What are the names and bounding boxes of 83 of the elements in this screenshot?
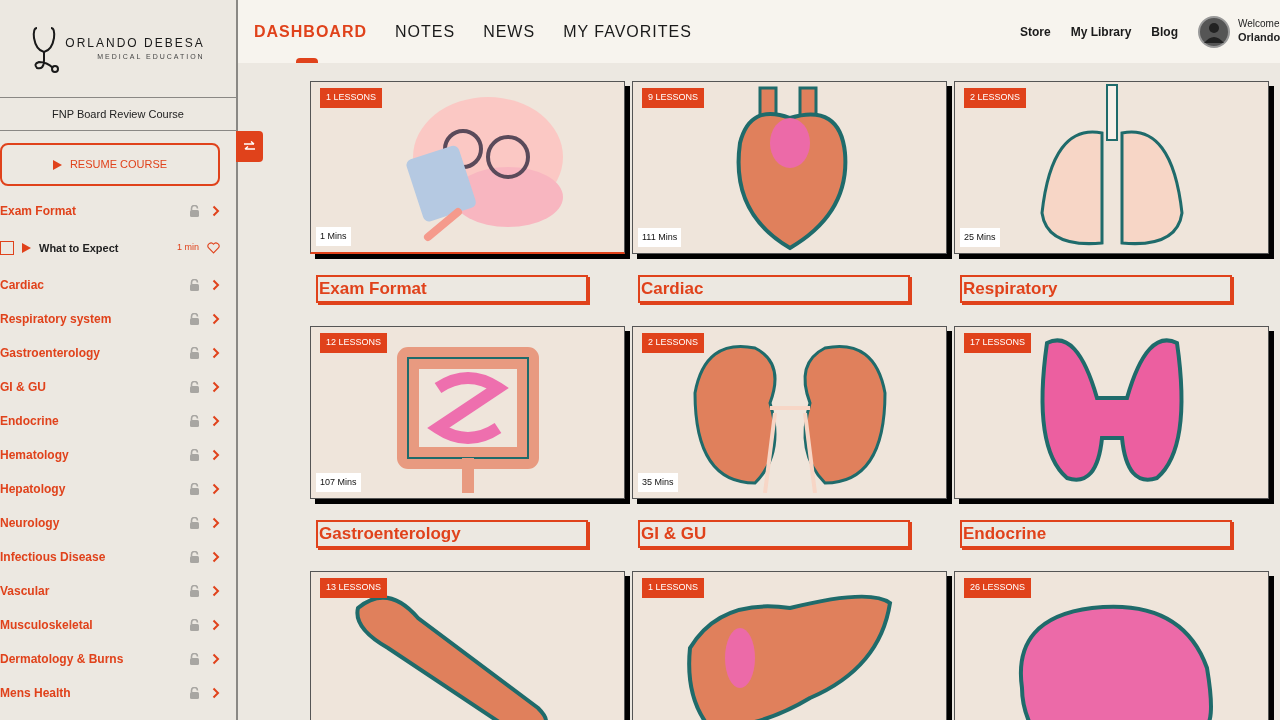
- lock-icon: [189, 551, 200, 563]
- course-card-title[interactable]: Gastroenterology: [316, 520, 588, 548]
- sidebar-item[interactable]: Cardiac: [0, 268, 220, 302]
- welcome-text: Welcome: [1238, 18, 1280, 31]
- brand-name: ORLANDO DEBESA: [65, 35, 205, 53]
- lock-icon: [189, 347, 200, 359]
- sidebar-item[interactable]: Dermatology & Burns: [0, 642, 220, 676]
- lock-icon: [189, 619, 200, 631]
- nav-tab[interactable]: MY FAVORITES: [563, 0, 692, 63]
- chevron-right-icon[interactable]: [212, 653, 220, 665]
- checkbox[interactable]: [0, 241, 14, 255]
- course-card-title[interactable]: Endocrine: [960, 520, 1232, 548]
- lessons-badge: 9 LESSONS: [642, 88, 705, 108]
- lock-icon: [189, 449, 200, 461]
- course-title: FNP Board Review Course: [52, 106, 184, 122]
- chevron-right-icon[interactable]: [212, 551, 220, 563]
- lock-icon: [189, 279, 200, 291]
- course-card-title[interactable]: Cardiac: [638, 275, 910, 303]
- heart-icon[interactable]: [207, 242, 220, 254]
- play-icon: [22, 243, 31, 253]
- lesson-duration: 1 min: [177, 241, 199, 255]
- lessons-badge: 1 LESSONS: [642, 578, 705, 598]
- top-link[interactable]: Blog: [1151, 22, 1178, 41]
- course-card-title[interactable]: Respiratory: [960, 275, 1232, 303]
- lessons-badge: 17 LESSONS: [964, 333, 1032, 353]
- lock-icon: [189, 585, 200, 597]
- lessons-badge: 26 LESSONS: [964, 578, 1032, 598]
- chevron-right-icon[interactable]: [212, 415, 220, 427]
- nav-tab[interactable]: NOTES: [395, 0, 456, 63]
- sidebar-item[interactable]: Respiratory system: [0, 302, 220, 336]
- lesson-title[interactable]: What to Expect: [39, 239, 169, 257]
- chevron-right-icon[interactable]: [212, 687, 220, 699]
- chevron-right-icon[interactable]: [212, 205, 220, 217]
- sidebar-item[interactable]: Infectious Disease: [0, 540, 220, 574]
- lock-icon: [189, 381, 200, 393]
- chevron-right-icon[interactable]: [212, 619, 220, 631]
- chevron-right-icon[interactable]: [212, 313, 220, 325]
- play-icon: [52, 159, 62, 170]
- sidebar-item[interactable]: Exam Format: [0, 194, 220, 228]
- lessons-badge: 1 LESSONS: [320, 88, 383, 108]
- lessons-badge: 2 LESSONS: [642, 333, 705, 353]
- duration-badge: 25 Mins: [960, 227, 1000, 247]
- lessons-badge: 12 LESSONS: [320, 333, 388, 353]
- lock-icon: [189, 205, 200, 217]
- chevron-right-icon[interactable]: [212, 517, 220, 529]
- chevron-right-icon[interactable]: [212, 347, 220, 359]
- chevron-right-icon[interactable]: [212, 483, 220, 495]
- chevron-right-icon[interactable]: [212, 279, 220, 291]
- nav-tab[interactable]: NEWS: [483, 0, 536, 63]
- sidebar-item[interactable]: Gastroenterology: [0, 336, 220, 370]
- chevron-right-icon[interactable]: [212, 585, 220, 597]
- duration-badge: 107 Mins: [316, 472, 361, 492]
- lock-icon: [189, 313, 200, 325]
- lock-icon: [189, 415, 200, 427]
- course-card-title[interactable]: Exam Format: [316, 275, 588, 303]
- chevron-right-icon[interactable]: [212, 449, 220, 461]
- sidebar-item[interactable]: Hematology: [0, 438, 220, 472]
- sidebar-item[interactable]: GI & GU: [0, 370, 220, 404]
- chevron-right-icon[interactable]: [212, 381, 220, 393]
- top-link[interactable]: Store: [1019, 22, 1051, 41]
- lock-icon: [189, 687, 200, 699]
- top-link[interactable]: My Library: [1070, 22, 1132, 41]
- lock-icon: [189, 653, 200, 665]
- lock-icon: [189, 483, 200, 495]
- lock-icon: [189, 517, 200, 529]
- sidebar-item[interactable]: Vascular: [0, 574, 220, 608]
- lessons-badge: 13 LESSONS: [320, 578, 388, 598]
- nav-tab[interactable]: DASHBOARD: [254, 0, 367, 63]
- lessons-badge: 2 LESSONS: [964, 88, 1027, 108]
- sidebar-item[interactable]: Musculoskeletal: [0, 608, 220, 642]
- sidebar-item[interactable]: Mens Health: [0, 676, 220, 710]
- resume-course-button[interactable]: RESUME COURSE: [0, 143, 220, 186]
- avatar-icon[interactable]: [1198, 15, 1230, 48]
- sidebar-item[interactable]: Endocrine: [0, 404, 220, 438]
- user-name[interactable]: Orlando: [1238, 30, 1280, 45]
- swap-icon: [243, 141, 256, 152]
- sidebar-item[interactable]: Neurology: [0, 506, 220, 540]
- sidebar-item[interactable]: Hepatology: [0, 472, 220, 506]
- swap-button[interactable]: [236, 131, 263, 162]
- duration-badge: 35 Mins: [638, 472, 678, 492]
- duration-badge: 111 Mins: [638, 227, 682, 247]
- course-card-title[interactable]: GI & GU: [638, 520, 910, 548]
- duration-badge: 1 Mins: [316, 226, 351, 246]
